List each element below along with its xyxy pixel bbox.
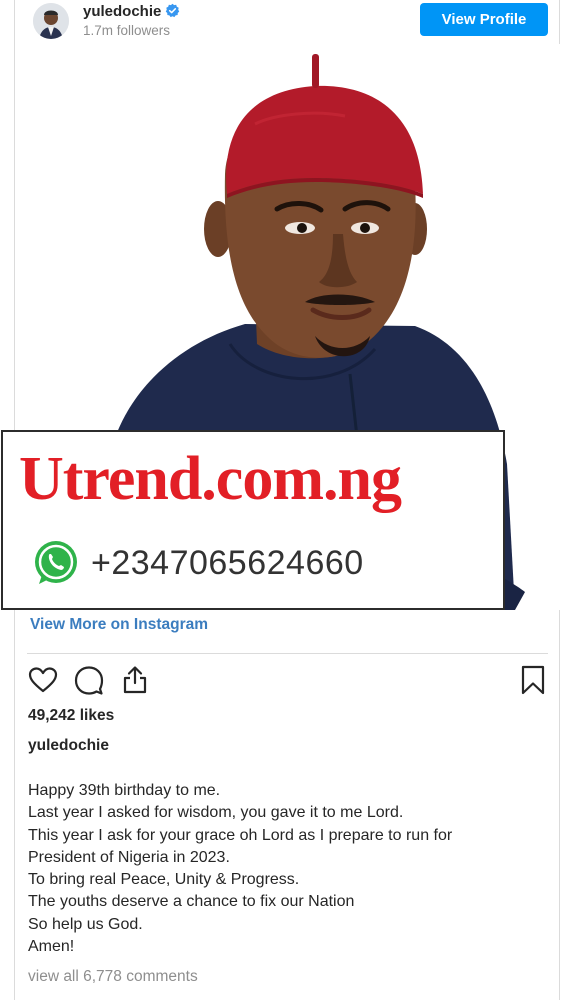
heart-icon[interactable] [27,664,59,696]
caption-line: Amen! [28,938,75,956]
divider [27,653,548,654]
whatsapp-icon [35,541,77,584]
caption-line: Happy 39th birthday to me. [28,782,221,799]
view-all-comments-link[interactable]: view all 6,778 comments [28,968,198,986]
caption-username[interactable]: yuledochie [28,737,109,755]
view-profile-button[interactable]: View Profile [420,3,548,36]
view-more-on-instagram-link[interactable]: View More on Instagram [30,616,208,634]
comment-icon[interactable] [73,664,105,696]
watermark-banner: Utrend.com.ng +2347065624660 [1,430,505,610]
caption-line: Last year I asked for wisdom, you gave i… [28,804,404,822]
caption-line: So help us God. [28,915,143,933]
share-icon[interactable] [119,664,151,696]
like-count[interactable]: 49,242 likes [28,707,114,725]
avatar[interactable] [33,3,69,39]
verified-badge-icon [166,3,180,18]
caption-line: President of Nigeria in 2023. [28,848,230,866]
instagram-embed-card: yuledochie 1.7m followers View Profile U… [1,0,561,1000]
caption-line: The youths deserve a chance to fix our N… [28,893,355,911]
watermark-site: Utrend.com.ng [19,445,402,513]
post-header: yuledochie 1.7m followers View Profile [15,0,561,44]
follower-count: 1.7m followers [83,23,171,38]
username[interactable]: yuledochie [83,3,180,20]
caption-line: To bring real Peace, Unity & Progress. [28,871,300,889]
post-actions [15,664,561,698]
bookmark-icon[interactable] [517,664,549,696]
caption-line: This year I ask for your grace oh Lord a… [28,826,453,844]
post-caption: Happy 39th birthday to me. Last year I a… [28,780,548,958]
watermark-phone: +2347065624660 [91,544,364,582]
